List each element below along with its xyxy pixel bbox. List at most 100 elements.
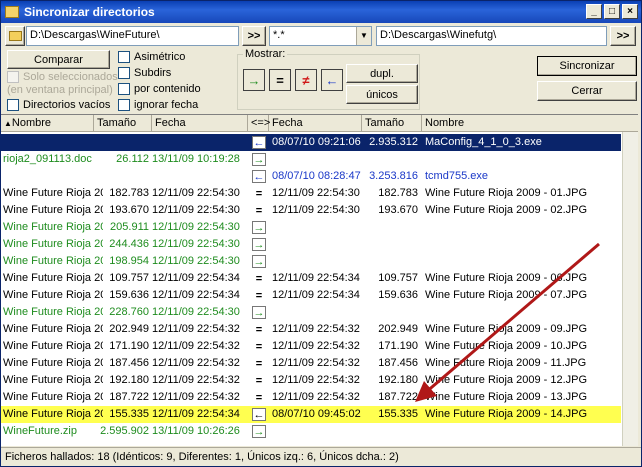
- show-different-toggle[interactable]: ≠: [295, 69, 317, 91]
- asymmetric-box[interactable]: [118, 51, 130, 63]
- empty-dirs-checkbox[interactable]: Directorios vacíos: [7, 99, 110, 111]
- col-left-date[interactable]: Fecha: [152, 115, 248, 132]
- col-left-size[interactable]: Tamaño: [94, 115, 152, 132]
- table-row[interactable]: Wine Future Rioja 2009 - 11.JPG187.45612…: [1, 355, 621, 372]
- by-content-checkbox[interactable]: por contenido: [118, 83, 201, 95]
- by-content-label: por contenido: [134, 83, 201, 95]
- col-right-date[interactable]: Fecha: [269, 115, 362, 132]
- unique-button[interactable]: únicos: [346, 85, 418, 104]
- left-path-field[interactable]: D:\Descargas\WineFuture\: [26, 26, 239, 46]
- vertical-scrollbar[interactable]: [622, 132, 638, 446]
- arrow-left-icon[interactable]: ←: [252, 408, 266, 421]
- only-selected-box[interactable]: [7, 71, 19, 83]
- left-date-cell: 13/11/09 10:26:26: [152, 425, 240, 437]
- left-name-cell: Wine Future Rioja 2009 - 06.JPG: [3, 272, 103, 284]
- arrow-right-icon[interactable]: →: [252, 238, 266, 251]
- compare-button[interactable]: Comparar: [7, 50, 110, 69]
- arrow-left-icon[interactable]: ←: [252, 136, 266, 149]
- arrow-right-icon[interactable]: →: [252, 221, 266, 234]
- file-comparison-grid[interactable]: ▲Nombre Tamaño Fecha <=> Fecha Tamaño No…: [1, 114, 638, 446]
- table-row[interactable]: Wine Future Rioja 2009 - 13.JPG187.72212…: [1, 389, 621, 406]
- show-equal-toggle[interactable]: =: [269, 69, 291, 91]
- show-copy-right-toggle[interactable]: →: [243, 69, 265, 91]
- open-folder-button[interactable]: [5, 26, 25, 46]
- asymmetric-checkbox[interactable]: Asimétrico: [118, 51, 185, 63]
- table-row[interactable]: 08/07/10 08:28:47 3.253.816 tcmd755.exe ←: [1, 168, 621, 185]
- col-right-size[interactable]: Tamaño: [362, 115, 422, 132]
- right-size-cell: [362, 219, 418, 236]
- show-copy-left-toggle[interactable]: ←: [321, 69, 343, 91]
- file-mask-value: *.*: [273, 29, 285, 41]
- arrow-right-icon[interactable]: →: [252, 425, 266, 438]
- table-row[interactable]: 08/07/10 09:21:06 2.935.312 MaConfig_4_1_0…: [1, 134, 621, 151]
- subdirs-checkbox[interactable]: Subdirs: [118, 67, 171, 79]
- only-selected-note: (en ventana principal): [7, 84, 113, 96]
- right-name-cell: Wine Future Rioja 2009 - 09.JPG: [425, 323, 588, 335]
- maximize-button[interactable]: □: [604, 4, 620, 19]
- left-name-cell: Wine Future Rioja 2009 - 05.JPG: [3, 255, 103, 267]
- file-mask-field[interactable]: *.* ▼: [269, 26, 372, 46]
- table-row[interactable]: Wine Future Rioja 2009 - 07.JPG159.63612…: [1, 287, 621, 304]
- minimize-button[interactable]: _: [586, 4, 602, 19]
- table-row[interactable]: Wine Future Rioja 2009 - 04.JPG 244.43612…: [1, 236, 621, 253]
- equal-icon[interactable]: =: [252, 289, 266, 302]
- status-bar: Ficheros hallados: 18 (Idénticos: 9, Dif…: [1, 447, 641, 466]
- left-size-cell: 202.949: [109, 323, 149, 335]
- right-date-cell: 12/11/09 22:54:32: [272, 357, 360, 369]
- equal-icon[interactable]: =: [252, 272, 266, 285]
- left-date-cell: 12/11/09 22:54:30: [152, 221, 240, 233]
- table-row[interactable]: Wine Future Rioja 2009 - 05.JPG 198.95412…: [1, 253, 621, 270]
- subdirs-box[interactable]: [118, 67, 130, 79]
- right-size-cell: 202.949: [378, 323, 418, 335]
- ignore-date-checkbox[interactable]: ignorar fecha: [118, 99, 198, 111]
- left-size-cell: [99, 168, 149, 185]
- right-path-field[interactable]: D:\Descargas\Winefutg\: [376, 26, 607, 46]
- only-selected-checkbox[interactable]: Solo seleccionados: [7, 71, 118, 83]
- left-date-cell: 12/11/09 22:54:30: [152, 238, 240, 250]
- dropdown-arrow-icon[interactable]: ▼: [356, 27, 371, 45]
- arrow-left-icon[interactable]: ←: [252, 170, 266, 183]
- equal-icon[interactable]: =: [252, 357, 266, 370]
- arrow-right-icon[interactable]: →: [252, 306, 266, 319]
- right-name-cell: [425, 151, 621, 168]
- close-dialog-button[interactable]: Cerrar: [537, 81, 637, 101]
- right-size-cell: [362, 151, 418, 168]
- col-right-name[interactable]: Nombre: [422, 115, 622, 132]
- table-row[interactable]: Wine Future Rioja 2009 - 01.JPG182.78312…: [1, 185, 621, 202]
- equal-icon[interactable]: =: [252, 187, 266, 200]
- table-row[interactable]: Wine Future Rioja 2009 - 06.JPG109.75712…: [1, 270, 621, 287]
- synchronize-button[interactable]: Sincronizar: [537, 56, 637, 76]
- empty-dirs-label: Directorios vacíos: [23, 99, 111, 111]
- by-content-box[interactable]: [118, 83, 130, 95]
- left-browse-button[interactable]: >>: [242, 26, 266, 46]
- only-selected-label: Solo seleccionados: [23, 71, 118, 83]
- table-row[interactable]: WineFuture.zip 2.595.902 13/11/09 10:26:26…: [1, 423, 621, 440]
- empty-dirs-box[interactable]: [7, 99, 19, 111]
- ignore-date-box[interactable]: [118, 99, 130, 111]
- table-row[interactable]: Wine Future Rioja 2009 - 03.JPG 205.91112…: [1, 219, 621, 236]
- arrow-right-icon[interactable]: →: [252, 255, 266, 268]
- right-size-cell: 109.757: [378, 272, 418, 284]
- equal-icon[interactable]: =: [252, 204, 266, 217]
- table-row[interactable]: rioja2_091113.doc 26.112 13/11/09 10:19:28…: [1, 151, 621, 168]
- duplicates-button[interactable]: dupl.: [346, 64, 418, 83]
- equal-icon[interactable]: =: [252, 340, 266, 353]
- table-row[interactable]: Wine Future Rioja 2009 - 14.JPG155.33512…: [1, 406, 621, 423]
- col-left-name[interactable]: ▲Nombre: [1, 115, 94, 132]
- right-browse-button[interactable]: >>: [610, 26, 636, 46]
- equal-icon[interactable]: =: [252, 323, 266, 336]
- table-row[interactable]: Wine Future Rioja 2009 - 12.JPG192.18012…: [1, 372, 621, 389]
- ignore-date-label: ignorar fecha: [134, 99, 199, 111]
- table-row[interactable]: Wine Future Rioja 2009 - 10.JPG171.19012…: [1, 338, 621, 355]
- left-date-cell: 12/11/09 22:54:30: [152, 187, 240, 199]
- right-name-cell: Wine Future Rioja 2009 - 12.JPG: [425, 374, 588, 386]
- equal-icon[interactable]: =: [252, 391, 266, 404]
- table-row[interactable]: Wine Future Rioja 2009 - 09.JPG202.94912…: [1, 321, 621, 338]
- table-row[interactable]: Wine Future Rioja 2009 - 02.JPG193.67012…: [1, 202, 621, 219]
- close-button[interactable]: ×: [622, 4, 638, 19]
- col-compare[interactable]: <=>: [248, 115, 270, 132]
- table-row[interactable]: Wine Future Rioja 2009 - 08.JPG 228.76012…: [1, 304, 621, 321]
- title-bar: Sincronizar directorios _ □ ×: [1, 1, 641, 23]
- arrow-right-icon[interactable]: →: [252, 153, 266, 166]
- equal-icon[interactable]: =: [252, 374, 266, 387]
